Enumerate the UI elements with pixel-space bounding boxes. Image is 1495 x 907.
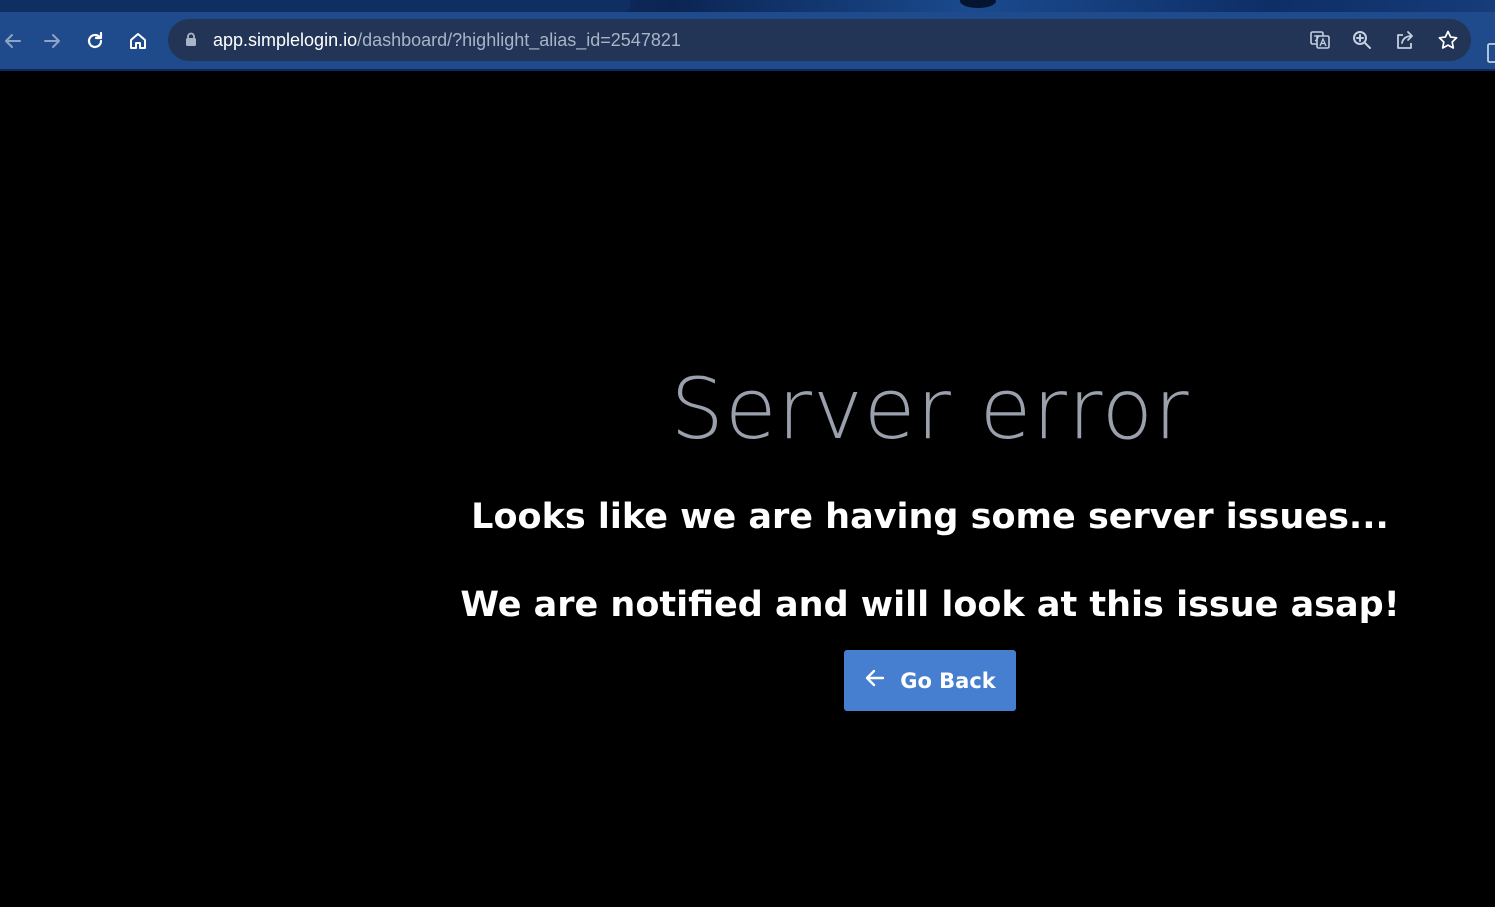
go-back-button[interactable]: Go Back	[844, 650, 1016, 711]
address-bar[interactable]: app.simplelogin.io/dashboard/?highlight_…	[168, 19, 1471, 61]
url-host: app.simplelogin.io	[213, 30, 358, 50]
error-panel: Server error Looks like we are having so…	[430, 359, 1430, 711]
side-panel-icon[interactable]	[1487, 42, 1495, 64]
bookmark-star-icon[interactable]	[1436, 28, 1460, 52]
reload-button[interactable]	[82, 28, 108, 54]
error-message-secondary: We are notified and will look at this is…	[460, 585, 1400, 625]
tab-favicon[interactable]	[960, 0, 996, 8]
go-back-label: Go Back	[900, 668, 996, 693]
url-path: /dashboard/?highlight_alias_id=2547821	[357, 30, 681, 50]
url-text[interactable]: app.simplelogin.io/dashboard/?highlight_…	[213, 30, 681, 50]
error-message-primary: Looks like we are having some server iss…	[471, 497, 1389, 537]
forward-arrow-icon	[41, 30, 63, 52]
page-content: Server error Looks like we are having so…	[0, 71, 1495, 907]
tab-strip	[0, 0, 1495, 12]
reload-icon	[84, 30, 106, 52]
share-icon[interactable]	[1393, 28, 1417, 52]
lock-icon[interactable]	[185, 32, 197, 52]
back-arrow-icon	[2, 30, 24, 52]
home-icon	[127, 30, 149, 52]
arrow-left-icon	[864, 668, 900, 693]
back-button[interactable]	[0, 28, 26, 54]
browser-toolbar: app.simplelogin.io/dashboard/?highlight_…	[0, 12, 1495, 71]
active-tab[interactable]	[0, 0, 630, 12]
zoom-icon[interactable]	[1350, 28, 1374, 52]
translate-icon[interactable]	[1308, 28, 1332, 52]
home-button[interactable]	[125, 28, 151, 54]
forward-button[interactable]	[39, 28, 65, 54]
page-title: Server error	[670, 360, 1190, 458]
